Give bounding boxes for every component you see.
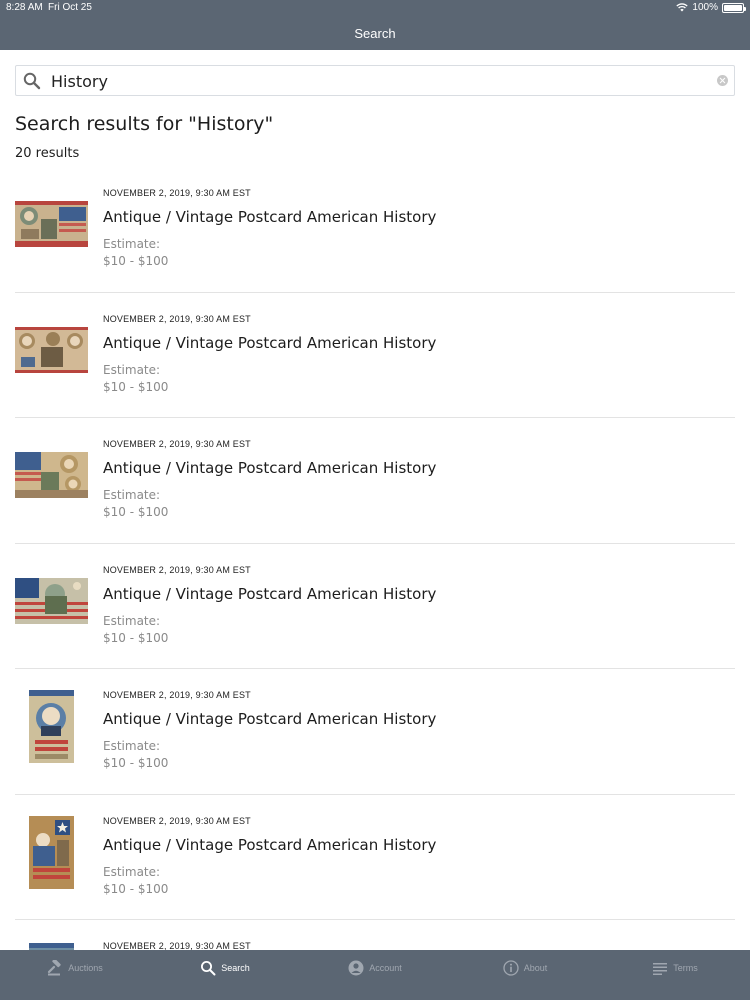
postcard-thumbnail [29,943,74,950]
wifi-icon [676,3,689,12]
estimate-label: Estimate: [103,237,161,251]
lot-title[interactable]: Antique / Vintage Postcard American Hist… [103,585,436,603]
results-list[interactable]: NOVEMBER 2, 2019, 9:30 AM EST Antique / … [0,167,750,950]
list-item[interactable]: NOVEMBER 2, 2019, 9:30 AM EST Antique / … [15,167,735,293]
postcard-thumbnail [15,577,88,624]
status-right: 100% [676,2,746,13]
search-input[interactable] [51,70,691,92]
postcard-thumbnail [15,201,88,247]
tab-label: Account [369,963,402,973]
estimate-label: Estimate: [103,362,161,377]
postcard-thumbnail [15,452,88,498]
postcard-thumbnail [15,326,88,373]
list-icon [653,963,668,975]
estimate-value: $10 - $100 [103,756,169,770]
search-icon [201,961,216,976]
gavel-icon [48,960,61,976]
status-bar: 8:28 AM Fri Oct 25 100% [0,0,750,16]
tab-label: Auctions [68,963,103,973]
estimate-value: $10 - $100 [103,505,169,519]
page-title: Search [354,26,396,41]
tab-label: Terms [673,963,698,973]
estimate-label: Estimate: [103,864,161,879]
tab-search[interactable]: Search [150,950,300,1000]
tab-terms[interactable]: Terms [600,950,750,1000]
auction-date: NOVEMBER 2, 2019, 9:30 AM EST [103,941,251,950]
list-item[interactable]: NOVEMBER 2, 2019, 9:30 AM EST Antique / … [15,293,735,418]
estimate-label: Estimate: [103,488,161,502]
list-item[interactable]: NOVEMBER 2, 2019, 9:30 AM EST Antique / … [15,418,735,544]
battery-icon [722,2,746,13]
tab-account[interactable]: Account [300,950,450,1000]
results-heading: Search results for "History" [15,113,274,135]
lot-title[interactable]: Antique / Vintage Postcard American Hist… [103,334,436,352]
lot-title[interactable]: Antique / Vintage Postcard American Hist… [103,836,436,854]
list-item[interactable]: NOVEMBER 2, 2019, 9:30 AM EST Antique / … [15,669,735,795]
auction-date: NOVEMBER 2, 2019, 9:30 AM EST [103,815,251,826]
search-icon [23,72,41,90]
postcard-thumbnail [29,815,74,889]
estimate-value: $10 - $100 [103,379,169,394]
lot-title[interactable]: Antique / Vintage Postcard American Hist… [103,459,436,477]
account-icon [348,960,364,976]
lot-title[interactable]: Antique / Vintage Postcard American Hist… [103,208,436,226]
estimate-value: $10 - $100 [103,254,169,268]
lot-title[interactable]: Antique / Vintage Postcard American Hist… [103,710,436,728]
estimate-label: Estimate: [103,739,161,753]
list-item[interactable]: NOVEMBER 2, 2019, 9:30 AM EST [15,920,735,950]
status-date: Fri Oct 25 [48,2,92,13]
auction-date: NOVEMBER 2, 2019, 9:30 AM EST [103,313,251,324]
postcard-thumbnail [29,690,74,763]
status-time: 8:28 AM [6,2,43,13]
tab-label: About [523,963,548,973]
clear-search-icon[interactable] [717,75,728,86]
search-bar[interactable] [15,65,735,96]
list-item[interactable]: NOVEMBER 2, 2019, 9:30 AM EST Antique / … [15,795,735,920]
estimate-value: $10 - $100 [103,881,169,896]
estimate-label: Estimate: [103,613,161,628]
tab-about[interactable]: About [450,950,600,1000]
info-icon [503,960,519,976]
results-count: 20 results [15,146,80,161]
auction-date: NOVEMBER 2, 2019, 9:30 AM EST [103,188,251,198]
auction-date: NOVEMBER 2, 2019, 9:30 AM EST [103,439,251,449]
auction-date: NOVEMBER 2, 2019, 9:30 AM EST [103,690,251,700]
estimate-value: $10 - $100 [103,630,169,645]
tab-label: Search [221,963,250,973]
top-bar: 8:28 AM Fri Oct 25 100% Search [0,0,750,50]
tab-bar: Auctions Search Account About Terms [0,950,750,1000]
auction-date: NOVEMBER 2, 2019, 9:30 AM EST [103,564,251,575]
tab-auctions[interactable]: Auctions [0,950,150,1000]
battery-percent: 100% [692,2,718,13]
list-item[interactable]: NOVEMBER 2, 2019, 9:30 AM EST Antique / … [15,544,735,669]
